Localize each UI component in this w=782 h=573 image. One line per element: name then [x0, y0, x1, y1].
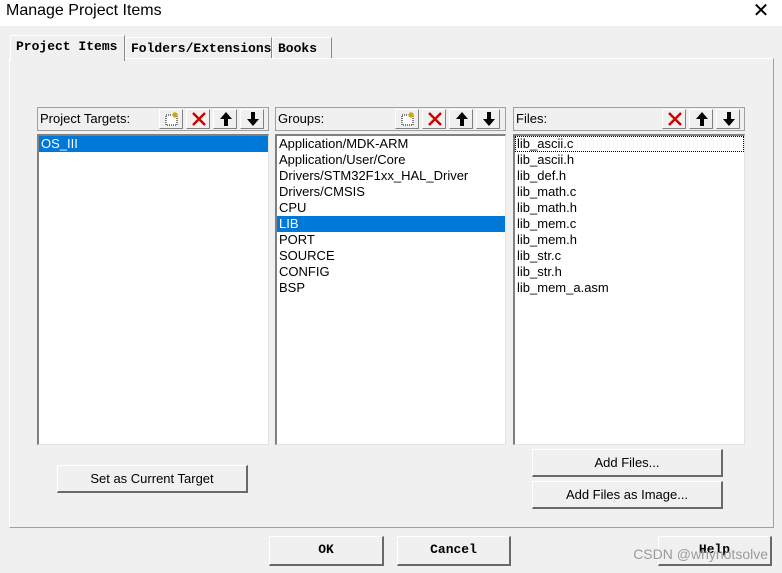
list-item[interactable]: lib_str.h	[515, 264, 744, 280]
move-up-icon[interactable]	[689, 109, 713, 129]
list-item[interactable]: OS_III	[39, 136, 268, 152]
move-up-icon[interactable]	[449, 109, 473, 129]
list-item[interactable]: Drivers/STM32F1xx_HAL_Driver	[277, 168, 505, 184]
close-icon[interactable]: ✕	[750, 0, 772, 22]
targets-header: Project Targets:	[37, 107, 269, 131]
list-item[interactable]: lib_def.h	[515, 168, 744, 184]
set-current-target-button[interactable]: Set as Current Target	[57, 465, 248, 493]
files-label: Files:	[516, 111, 548, 126]
tab-project-items[interactable]: Project Items	[10, 35, 125, 61]
delete-icon[interactable]	[186, 109, 210, 129]
tab-books[interactable]: Books	[272, 37, 332, 59]
title-bar: Manage Project Items ✕	[0, 0, 782, 26]
files-header: Files:	[513, 107, 745, 131]
watermark: CSDN @whynotsolve	[633, 546, 768, 562]
groups-header: Groups:	[275, 107, 506, 131]
list-item[interactable]: lib_mem.c	[515, 216, 744, 232]
list-item[interactable]: BSP	[277, 280, 505, 296]
list-item[interactable]: Drivers/CMSIS	[277, 184, 505, 200]
new-item-icon[interactable]	[395, 109, 419, 129]
groups-list[interactable]: Application/MDK-ARM Application/User/Cor…	[275, 134, 506, 445]
targets-list[interactable]: OS_III	[37, 134, 269, 445]
new-item-icon[interactable]	[159, 109, 183, 129]
tab-folders-extensions[interactable]: Folders/Extensions	[125, 37, 272, 59]
move-down-icon[interactable]	[716, 109, 740, 129]
files-list[interactable]: lib_ascii.c lib_ascii.h lib_def.h lib_ma…	[513, 134, 745, 445]
list-item[interactable]: lib_ascii.c	[515, 136, 744, 152]
list-item[interactable]: LIB	[277, 216, 505, 232]
move-down-icon[interactable]	[240, 109, 264, 129]
list-item[interactable]: CONFIG	[277, 264, 505, 280]
list-item[interactable]: lib_ascii.h	[515, 152, 744, 168]
list-item[interactable]: Application/MDK-ARM	[277, 136, 505, 152]
ok-button[interactable]: OK	[269, 536, 384, 566]
list-item[interactable]: PORT	[277, 232, 505, 248]
move-down-icon[interactable]	[476, 109, 500, 129]
list-item[interactable]: SOURCE	[277, 248, 505, 264]
add-files-as-image-button[interactable]: Add Files as Image...	[532, 481, 723, 509]
targets-label: Project Targets:	[40, 111, 131, 126]
list-item[interactable]: lib_math.h	[515, 200, 744, 216]
list-item[interactable]: CPU	[277, 200, 505, 216]
groups-label: Groups:	[278, 111, 325, 126]
list-item[interactable]: lib_mem.h	[515, 232, 744, 248]
move-up-icon[interactable]	[213, 109, 237, 129]
list-item[interactable]: Application/User/Core	[277, 152, 505, 168]
delete-icon[interactable]	[662, 109, 686, 129]
cancel-button[interactable]: Cancel	[397, 536, 511, 566]
window-title: Manage Project Items	[6, 2, 162, 19]
list-item[interactable]: lib_mem_a.asm	[515, 280, 744, 296]
delete-icon[interactable]	[422, 109, 446, 129]
list-item[interactable]: lib_str.c	[515, 248, 744, 264]
list-item[interactable]: lib_math.c	[515, 184, 744, 200]
add-files-button[interactable]: Add Files...	[532, 449, 723, 477]
